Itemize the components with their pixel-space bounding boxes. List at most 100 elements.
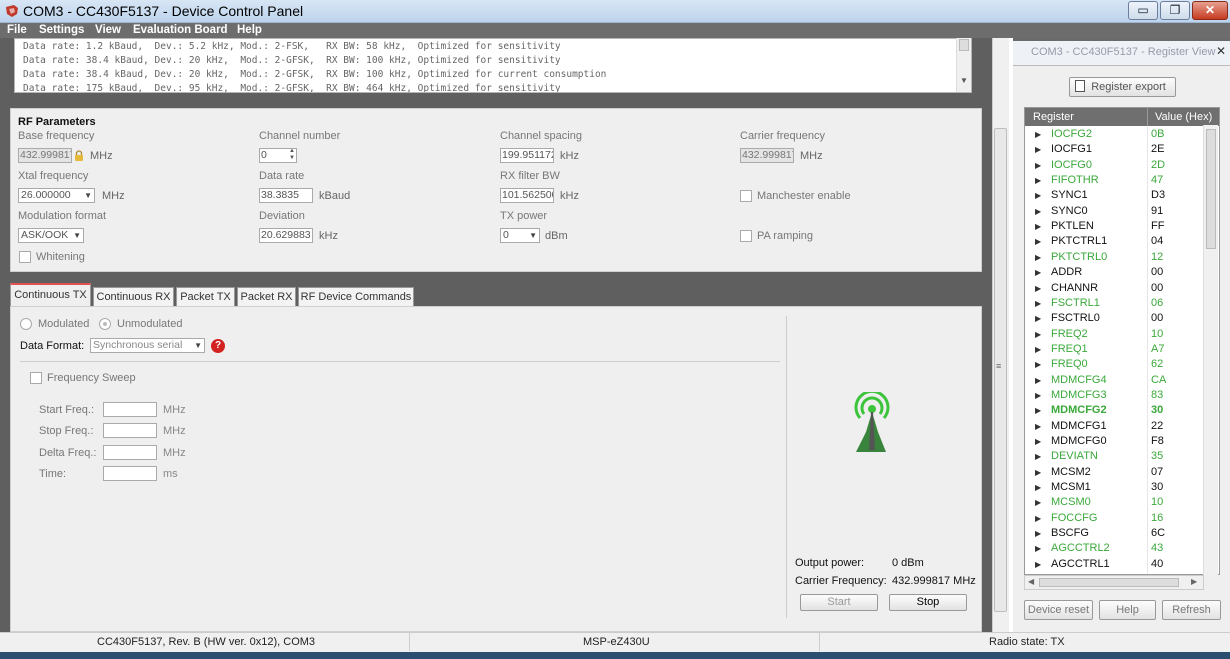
modulation-format-select[interactable]: ASK/OOK ▼ bbox=[18, 228, 84, 243]
table-row[interactable]: ▶ IOCFG0 2D bbox=[1025, 158, 1207, 173]
register-table-vscrollbar[interactable] bbox=[1203, 125, 1218, 575]
expand-arrow-icon[interactable]: ▶ bbox=[1035, 526, 1041, 541]
tab-packet-rx[interactable]: Packet RX bbox=[237, 287, 296, 306]
expand-arrow-icon[interactable]: ▶ bbox=[1035, 541, 1041, 556]
device-reset-button[interactable]: Device reset bbox=[1024, 600, 1093, 620]
expand-arrow-icon[interactable]: ▶ bbox=[1035, 480, 1041, 495]
tab-packet-tx[interactable]: Packet TX bbox=[176, 287, 235, 306]
expand-arrow-icon[interactable]: ▶ bbox=[1035, 127, 1041, 142]
table-row[interactable]: ▶ MCSM1 30 bbox=[1025, 480, 1207, 495]
register-value[interactable]: 06 bbox=[1151, 296, 1163, 311]
tab-rf-device-commands[interactable]: RF Device Commands bbox=[298, 287, 414, 306]
whitening-checkbox[interactable] bbox=[19, 251, 31, 263]
manchester-enable-checkbox[interactable] bbox=[740, 190, 752, 202]
table-row[interactable]: ▶ IOCFG2 0B bbox=[1025, 127, 1207, 142]
scrollbar-thumb[interactable] bbox=[1206, 129, 1216, 249]
table-row[interactable]: ▶ SYNC0 91 bbox=[1025, 204, 1207, 219]
register-value[interactable]: 22 bbox=[1151, 419, 1163, 434]
expand-arrow-icon[interactable]: ▶ bbox=[1035, 204, 1041, 219]
base-frequency-field[interactable]: 432.999817 bbox=[18, 148, 72, 163]
register-value[interactable]: 6C bbox=[1151, 526, 1165, 541]
expand-arrow-icon[interactable]: ▶ bbox=[1035, 250, 1041, 265]
expand-arrow-icon[interactable]: ▶ bbox=[1035, 388, 1041, 403]
table-row[interactable]: ▶ SYNC1 D3 bbox=[1025, 188, 1207, 203]
maximize-button[interactable]: ❐ bbox=[1160, 1, 1190, 20]
frequency-sweep-checkbox[interactable] bbox=[30, 372, 42, 384]
list-item[interactable]: Data rate: 1.2 kBaud, Dev.: 5.2 kHz, Mod… bbox=[23, 41, 561, 52]
register-value[interactable]: 47 bbox=[1151, 173, 1163, 188]
expand-arrow-icon[interactable]: ▶ bbox=[1035, 281, 1041, 296]
expand-arrow-icon[interactable]: ▶ bbox=[1035, 495, 1041, 510]
register-value[interactable]: 00 bbox=[1151, 311, 1163, 326]
menu-file[interactable]: File bbox=[7, 24, 27, 37]
register-value[interactable]: 10 bbox=[1151, 327, 1163, 342]
chevron-down-icon[interactable]: ▼ bbox=[960, 76, 968, 85]
scrollbar-thumb[interactable] bbox=[1039, 578, 1179, 587]
register-table[interactable]: Register Value (Hex) ▶ IOCFG2 0B ▶ IOCFG1 2E ▶… bbox=[1024, 107, 1220, 575]
help-button[interactable]: Help bbox=[1099, 600, 1156, 620]
spin-arrows-icon[interactable]: ▲ ▼ bbox=[289, 149, 295, 162]
expand-arrow-icon[interactable]: ▶ bbox=[1035, 511, 1041, 526]
table-row[interactable]: ▶ FSCTRL0 00 bbox=[1025, 311, 1207, 326]
close-icon[interactable]: ✕ bbox=[1216, 44, 1226, 58]
table-row[interactable]: ▶ CHANNR 00 bbox=[1025, 281, 1207, 296]
register-value[interactable]: FF bbox=[1151, 219, 1164, 234]
preset-list[interactable]: Data rate: 1.2 kBaud, Dev.: 5.2 kHz, Mod… bbox=[14, 38, 972, 93]
menu-view[interactable]: View bbox=[95, 24, 121, 37]
table-row[interactable]: ▶ MDMCFG2 30 bbox=[1025, 403, 1207, 418]
refresh-button[interactable]: Refresh bbox=[1162, 600, 1221, 620]
table-row[interactable]: ▶ AGCCTRL1 40 bbox=[1025, 557, 1207, 572]
expand-arrow-icon[interactable]: ▶ bbox=[1035, 188, 1041, 203]
preset-list-scrollbar[interactable]: ▼ bbox=[956, 38, 971, 92]
register-value[interactable]: 0B bbox=[1151, 127, 1164, 142]
data-rate-field[interactable]: 38.3835 bbox=[259, 188, 313, 203]
table-row[interactable]: ▶ FSCTRL1 06 bbox=[1025, 296, 1207, 311]
register-value[interactable]: 30 bbox=[1151, 480, 1163, 495]
table-row[interactable]: ▶ MDMCFG1 22 bbox=[1025, 419, 1207, 434]
register-value[interactable]: 2E bbox=[1151, 142, 1164, 157]
register-value[interactable]: 00 bbox=[1151, 265, 1163, 280]
table-row[interactable]: ▶ PKTCTRL0 12 bbox=[1025, 250, 1207, 265]
register-value[interactable]: 91 bbox=[1151, 204, 1163, 219]
lock-icon[interactable] bbox=[74, 150, 84, 161]
table-row[interactable]: ▶ MDMCFG0 F8 bbox=[1025, 434, 1207, 449]
table-row[interactable]: ▶ MCSM0 10 bbox=[1025, 495, 1207, 510]
list-item[interactable]: Data rate: 38.4 kBaud, Dev.: 20 kHz, Mod… bbox=[23, 55, 561, 66]
stop-freq-field[interactable] bbox=[103, 423, 157, 438]
chevron-left-icon[interactable]: ◀ bbox=[1028, 577, 1034, 586]
tab-continuous-tx[interactable]: Continuous TX bbox=[10, 283, 91, 307]
data-format-select[interactable]: Synchronous serial ▼ bbox=[90, 338, 205, 353]
register-value[interactable]: 07 bbox=[1151, 465, 1163, 480]
register-export-button[interactable]: Register export bbox=[1069, 77, 1176, 97]
column-header-register[interactable]: Register bbox=[1033, 108, 1074, 126]
expand-arrow-icon[interactable]: ▶ bbox=[1035, 342, 1041, 357]
menu-help[interactable]: Help bbox=[237, 24, 262, 37]
table-row[interactable]: ▶ AGCCTRL2 43 bbox=[1025, 541, 1207, 556]
menu-settings[interactable]: Settings bbox=[39, 24, 84, 37]
register-value[interactable]: 12 bbox=[1151, 250, 1163, 265]
time-field[interactable] bbox=[103, 466, 157, 481]
help-icon[interactable]: ? bbox=[211, 339, 225, 353]
start-freq-field[interactable] bbox=[103, 402, 157, 417]
expand-arrow-icon[interactable]: ▶ bbox=[1035, 142, 1041, 157]
table-row[interactable]: ▶ MDMCFG4 CA bbox=[1025, 373, 1207, 388]
expand-arrow-icon[interactable]: ▶ bbox=[1035, 434, 1041, 449]
expand-arrow-icon[interactable]: ▶ bbox=[1035, 373, 1041, 388]
table-row[interactable]: ▶ FOCCFG 16 bbox=[1025, 511, 1207, 526]
close-button[interactable]: ✕ bbox=[1192, 1, 1228, 20]
menu-evaluation-board[interactable]: Evaluation Board bbox=[133, 24, 228, 37]
expand-arrow-icon[interactable]: ▶ bbox=[1035, 557, 1041, 572]
expand-arrow-icon[interactable]: ▶ bbox=[1035, 265, 1041, 280]
table-row[interactable]: ▶ DEVIATN 35 bbox=[1025, 449, 1207, 464]
xtal-frequency-select[interactable]: 26.000000 ▼ bbox=[18, 188, 95, 203]
register-value[interactable]: 35 bbox=[1151, 449, 1163, 464]
register-value[interactable]: 40 bbox=[1151, 557, 1163, 572]
list-item[interactable]: Data rate: 38.4 kBaud, Dev.: 20 kHz, Mod… bbox=[23, 69, 606, 80]
list-item[interactable]: Data rate: 175 kBaud, Dev.: 95 kHz, Mod.… bbox=[23, 83, 561, 92]
channel-spacing-field[interactable]: 199.951172 bbox=[500, 148, 554, 163]
tab-continuous-rx[interactable]: Continuous RX bbox=[93, 287, 174, 306]
chevron-right-icon[interactable]: ▶ bbox=[1191, 577, 1197, 586]
register-value[interactable]: F8 bbox=[1151, 434, 1164, 449]
expand-arrow-icon[interactable]: ▶ bbox=[1035, 465, 1041, 480]
unmodulated-radio[interactable] bbox=[99, 318, 111, 330]
